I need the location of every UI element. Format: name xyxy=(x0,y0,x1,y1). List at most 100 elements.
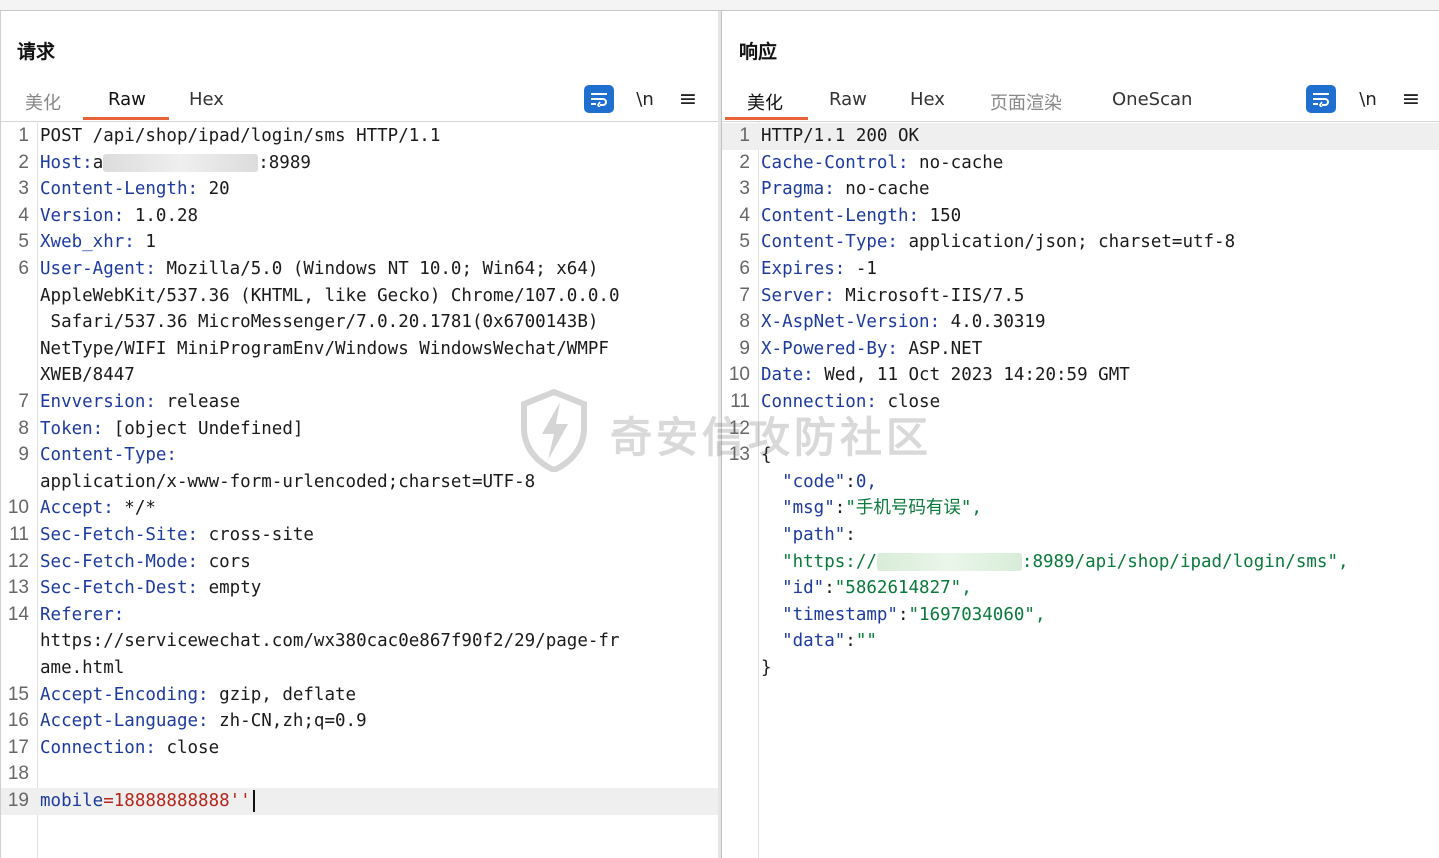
text: application/x-www-form-urlencoded;charse… xyxy=(40,471,536,492)
line-content: NetType/WIFI MiniProgramEnv/Windows Wind… xyxy=(40,336,609,363)
line-content: Accept-Encoding: gzip, deflate xyxy=(40,682,356,709)
tab-onescan[interactable]: OneScan xyxy=(1112,89,1192,110)
response-editor[interactable]: 1 HTTP/1.1 200 OK 2 Cache-Control: no-cache… xyxy=(722,122,1439,858)
line-number: 6 xyxy=(18,258,29,279)
line-number: 17 xyxy=(7,736,29,758)
line-number: 19 xyxy=(7,790,29,811)
line-content: application/x-www-form-urlencoded;charse… xyxy=(40,469,535,496)
header-name: Host: xyxy=(40,152,93,173)
line-number: 12 xyxy=(728,417,750,439)
line-number: 1 xyxy=(739,125,750,146)
body-param-value: =18888888888'' xyxy=(103,791,251,811)
json-value: :8989/api/shop/ipad/login/sms", xyxy=(1021,551,1349,572)
code-line: 15 Accept-Encoding: gzip, deflate xyxy=(1,682,719,709)
code-line: 19 mobile=18888888888'' xyxy=(1,788,719,815)
header-name: User-Agent: xyxy=(40,259,156,279)
text: Safari/537.36 MicroMessenger/7.0.20.1781… xyxy=(40,312,599,333)
header-name: Date: xyxy=(761,365,814,386)
line-number: 5 xyxy=(18,231,29,253)
header-name: X-AspNet-Version: xyxy=(761,312,941,333)
header-value: no-cache xyxy=(834,179,930,200)
menu-icon[interactable]: ≡ xyxy=(1400,85,1422,113)
line-content: "path": xyxy=(761,522,856,549)
code-line: NetType/WIFI MiniProgramEnv/Windows Wind… xyxy=(1,336,719,363)
tab-pretty[interactable]: 美化 xyxy=(25,89,61,115)
code-line: 3 Content-Length: 20 xyxy=(1,176,719,203)
line-number: 3 xyxy=(18,178,29,200)
tab-render[interactable]: 页面渲染 xyxy=(990,89,1062,115)
tab-hex[interactable]: Hex xyxy=(189,89,224,110)
code-line: 7 Server: Microsoft-IIS/7.5 xyxy=(722,283,1439,310)
code-line: 2 Host:a:8989 xyxy=(1,150,719,177)
wrap-icon[interactable] xyxy=(584,85,614,113)
line-number: 2 xyxy=(18,151,29,173)
line-number: 18 xyxy=(7,763,29,785)
line-content: Xweb_xhr: 1 xyxy=(40,229,156,256)
header-name: Pragma: xyxy=(761,179,835,200)
top-bar xyxy=(0,0,1439,11)
redacted-host xyxy=(103,153,259,172)
line-content: POST /api/shop/ipad/login/sms HTTP/1.1 xyxy=(40,123,440,150)
json-value: "手机号码有误", xyxy=(845,498,982,519)
header-name: Content-Length: xyxy=(761,205,920,226)
redacted-host xyxy=(876,552,1022,571)
code-line: 1 HTTP/1.1 200 OK xyxy=(722,123,1439,150)
header-value: cors xyxy=(198,551,251,572)
header-value: ASP.NET xyxy=(897,338,983,359)
text: { xyxy=(761,445,772,466)
header-name: Server: xyxy=(761,285,835,306)
code-line: XWEB/8447 xyxy=(1,362,719,389)
code-line: 6 Expires: -1 xyxy=(722,256,1439,283)
line-content: X-AspNet-Version: 4.0.30319 xyxy=(761,309,1045,336)
request-editor[interactable]: 1 POST /api/shop/ipad/login/sms HTTP/1.1 2… xyxy=(1,122,719,858)
code-line: AppleWebKit/537.36 (KHTML, like Gecko) C… xyxy=(1,283,719,310)
code-line: 17 Connection: close xyxy=(1,735,719,762)
code-line: 10 Date: Wed, 11 Oct 2023 14:20:59 GMT xyxy=(722,362,1439,389)
line-content: Server: Microsoft-IIS/7.5 xyxy=(761,283,1024,310)
header-name: Sec-Fetch-Dest: xyxy=(40,578,199,599)
header-value: close xyxy=(876,392,941,412)
header-name: Referer: xyxy=(40,604,125,625)
json-value: "" xyxy=(855,631,877,652)
newline-icon[interactable]: \n xyxy=(633,85,657,113)
line-number: 9 xyxy=(18,444,29,466)
newline-icon[interactable]: \n xyxy=(1356,85,1380,113)
code-line: 8 X-AspNet-Version: 4.0.30319 xyxy=(722,309,1439,336)
text: https://servicewechat.com/wx380cac0e867f… xyxy=(40,631,620,652)
header-value: no-cache xyxy=(908,152,1004,173)
code-line: 14 Referer: xyxy=(1,602,719,629)
header-name: X-Powered-By: xyxy=(761,338,898,359)
json-value: 0, xyxy=(855,471,877,492)
header-name: Sec-Fetch-Mode: xyxy=(40,551,199,572)
line-content: ame.html xyxy=(40,655,124,682)
text: POST /api/shop/ipad/login/sms HTTP/1.1 xyxy=(40,126,441,146)
line-content: Content-Length: 20 xyxy=(40,176,230,203)
line-number: 4 xyxy=(739,204,750,226)
tab-raw[interactable]: Raw xyxy=(108,89,146,110)
tab-hex[interactable]: Hex xyxy=(910,89,945,110)
line-number: 9 xyxy=(739,337,750,359)
line-content: "data":"" xyxy=(761,628,877,655)
header-name: Content-Length: xyxy=(40,179,199,200)
line-content: Token: [object Undefined] xyxy=(40,416,303,443)
code-line: 13 Sec-Fetch-Dest: empty xyxy=(1,575,719,602)
tab-pretty[interactable]: 美化 xyxy=(747,89,783,115)
line-content: Connection: close xyxy=(40,735,219,762)
header-value: */* xyxy=(113,498,156,519)
header-name: Envversion: xyxy=(40,392,156,412)
code-line: 10 Accept: */* xyxy=(1,495,719,522)
line-number: 10 xyxy=(728,364,750,386)
json-key: "code" xyxy=(761,471,846,492)
code-line: "id":"5862614827", xyxy=(722,575,1439,602)
menu-icon[interactable]: ≡ xyxy=(677,85,699,113)
json-value: "5862614827", xyxy=(834,578,972,599)
wrap-icon[interactable] xyxy=(1306,85,1336,113)
header-value: empty xyxy=(198,578,262,599)
code-line: 11 Connection: close xyxy=(722,389,1439,416)
code-line: 13 { xyxy=(722,442,1439,469)
tab-raw[interactable]: Raw xyxy=(829,89,867,110)
line-content: } xyxy=(761,655,772,682)
line-number: 16 xyxy=(7,710,29,732)
line-content: Pragma: no-cache xyxy=(761,176,930,203)
line-content: X-Powered-By: ASP.NET xyxy=(761,336,982,363)
